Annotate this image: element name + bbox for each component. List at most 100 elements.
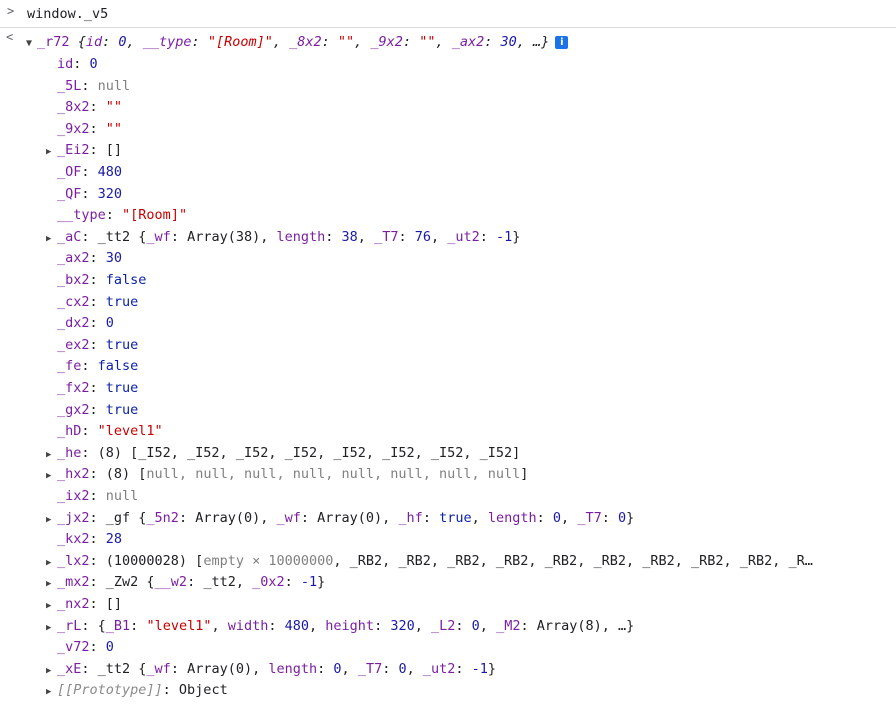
property-value-token: _T7	[374, 228, 399, 245]
root-object-preview: {id: 0, __type: "[Room]", _8x2: "", _9x2…	[78, 34, 550, 50]
property-row[interactable]: ▶ _nx2: []	[46, 594, 122, 616]
property-value-token: _T7	[357, 660, 383, 677]
expand-triangle-icon[interactable]: ▶	[46, 510, 57, 532]
property-row: _5L: null	[46, 76, 130, 98]
property-value-token: :	[89, 315, 106, 332]
property-row[interactable]: ▶ _jx2: _gf {_5n2: Array(0), _wf: Array(0…	[46, 508, 634, 530]
root-object-row[interactable]: ▼ _r72 {id: 0, __type: "[Room]", _8x2: ""…	[26, 32, 569, 54]
property-key: _QF	[57, 185, 82, 202]
property-value-token: ,	[471, 509, 488, 526]
property-value-token: _5n2	[146, 509, 179, 526]
preview-token: _9x2	[370, 34, 403, 50]
property-value-token: }	[487, 660, 497, 677]
property-value-token: :	[422, 509, 440, 526]
property-row: _dx2: 0	[46, 313, 114, 335]
property-key: _dx2	[57, 315, 90, 332]
property-value-token: 0	[89, 56, 98, 72]
property-value-token: :	[601, 509, 618, 526]
property-row: _OF: 480	[46, 162, 122, 184]
expand-triangle-icon[interactable]: ▶	[46, 229, 57, 251]
preview-token: ,	[354, 34, 371, 50]
property-value-token: height	[325, 617, 375, 634]
property-key: id	[57, 56, 74, 72]
expand-triangle-icon[interactable]: ▶	[46, 682, 57, 704]
preview-token: __type	[142, 34, 192, 50]
property-value-token: : Array(0),	[178, 509, 277, 526]
expand-triangle-icon[interactable]: ▶	[46, 618, 57, 640]
property-key: _nx2	[57, 596, 90, 612]
property-value-token: :	[382, 660, 399, 677]
property-key: _8x2	[57, 99, 90, 116]
expand-triangle-icon[interactable]: ▶	[46, 445, 57, 467]
property-row: _ex2: true	[46, 335, 138, 357]
property-row[interactable]: ▶ _hx2: (8) [null, null, null, null, null…	[46, 464, 528, 486]
property-value-token: :	[284, 574, 301, 591]
property-value-token: :	[455, 617, 472, 634]
property-value-token: length	[276, 228, 326, 245]
expand-triangle-icon[interactable]: ▶	[46, 553, 57, 573]
console-input-row[interactable]: > window._v5	[0, 0, 896, 28]
expand-triangle-icon[interactable]: ▶	[46, 574, 57, 596]
console-command: window._v5	[27, 6, 109, 22]
property-row: id: 0	[46, 54, 98, 76]
property-value-token: :	[105, 207, 123, 224]
property-value-token: -1	[496, 228, 513, 245]
property-value-token: 30	[105, 250, 123, 267]
property-key: _bx2	[57, 272, 90, 288]
property-value-token: true	[105, 401, 139, 418]
property-key: _aC	[57, 228, 82, 245]
property-value-token: "[Room]"	[122, 207, 188, 224]
preview-token: {	[77, 34, 86, 50]
property-value-token: , _RB2, _RB2, _RB2, _RB2, _RB2, _RB2, _R…	[333, 552, 813, 569]
expand-triangle-icon[interactable]: ▶	[46, 466, 57, 488]
property-value-token: 38	[341, 228, 358, 245]
property-row[interactable]: ▶ _mx2: _Zw2 {__w2: _tt2, _0x2: -1}	[46, 572, 325, 594]
info-icon[interactable]: i	[555, 36, 569, 49]
property-row[interactable]: ▶ _rL: {_B1: "level1", width: 480, height…	[46, 616, 634, 638]
property-row[interactable]: ▶ [[Prototype]]: Object	[46, 680, 228, 702]
preview-token: id	[85, 34, 103, 50]
property-value-token: :	[479, 228, 497, 245]
property-value-token: :	[89, 401, 106, 418]
property-key: _v72	[57, 639, 90, 656]
property-value-token: 0	[552, 509, 562, 526]
property-row: _ax2: 30	[46, 248, 122, 270]
property-value-token: true	[439, 509, 472, 526]
expand-triangle-icon[interactable]: ▶	[46, 661, 57, 683]
property-row[interactable]: ▶ _aC: _tt2 {_wf: Array(38), length: 38, …	[46, 227, 520, 249]
property-value-token: 0	[471, 617, 480, 634]
property-value-token: true	[105, 380, 139, 396]
property-value-token: _T7	[577, 509, 602, 526]
property-row[interactable]: ▶ _Ei2: []	[46, 140, 122, 162]
property-key: _hx2	[57, 466, 90, 483]
property-value-token: :	[455, 660, 472, 677]
expand-triangle-icon[interactable]: ▶	[46, 596, 57, 618]
property-value-token: false	[105, 272, 147, 288]
property-value-token: : _tt2 {	[81, 228, 147, 245]
property-value-token: true	[105, 293, 139, 310]
property-value-token: ,	[561, 509, 578, 526]
property-row[interactable]: ▶ _lx2: (10000028) [empty × 10000000, _RB…	[46, 551, 892, 573]
expand-triangle-icon[interactable]: ▶	[46, 142, 57, 164]
property-value-token: :	[89, 488, 106, 504]
property-value-token: ,	[406, 660, 423, 677]
property-row: _gx2: true	[46, 400, 138, 422]
preview-token: 30	[500, 34, 517, 50]
property-value-token: :	[536, 509, 553, 526]
triangle-down-icon[interactable]: ▼	[26, 38, 32, 49]
property-row[interactable]: ▶ _he: (8) [_I52, _I52, _I52, _I52, _I52,…	[46, 443, 520, 465]
property-key: _ex2	[57, 336, 90, 353]
property-row[interactable]: ▶ _xE: _tt2 {_wf: Array(0), length: 0, _T…	[46, 659, 496, 681]
property-value-token: _L2	[431, 617, 456, 634]
property-value-token: 0	[333, 660, 342, 677]
property-value-token: length	[487, 509, 537, 526]
preview-token: _ax2	[451, 34, 485, 50]
property-row: _cx2: true	[46, 292, 138, 314]
chevron-right-icon: >	[7, 4, 15, 18]
property-value-token: -1	[300, 574, 318, 591]
property-key: _kx2	[57, 531, 90, 548]
property-value-token: }	[512, 228, 521, 245]
property-value-token: width	[227, 617, 269, 634]
property-value-token: : _tt2,	[187, 574, 253, 591]
property-value-token: 320	[97, 185, 123, 202]
